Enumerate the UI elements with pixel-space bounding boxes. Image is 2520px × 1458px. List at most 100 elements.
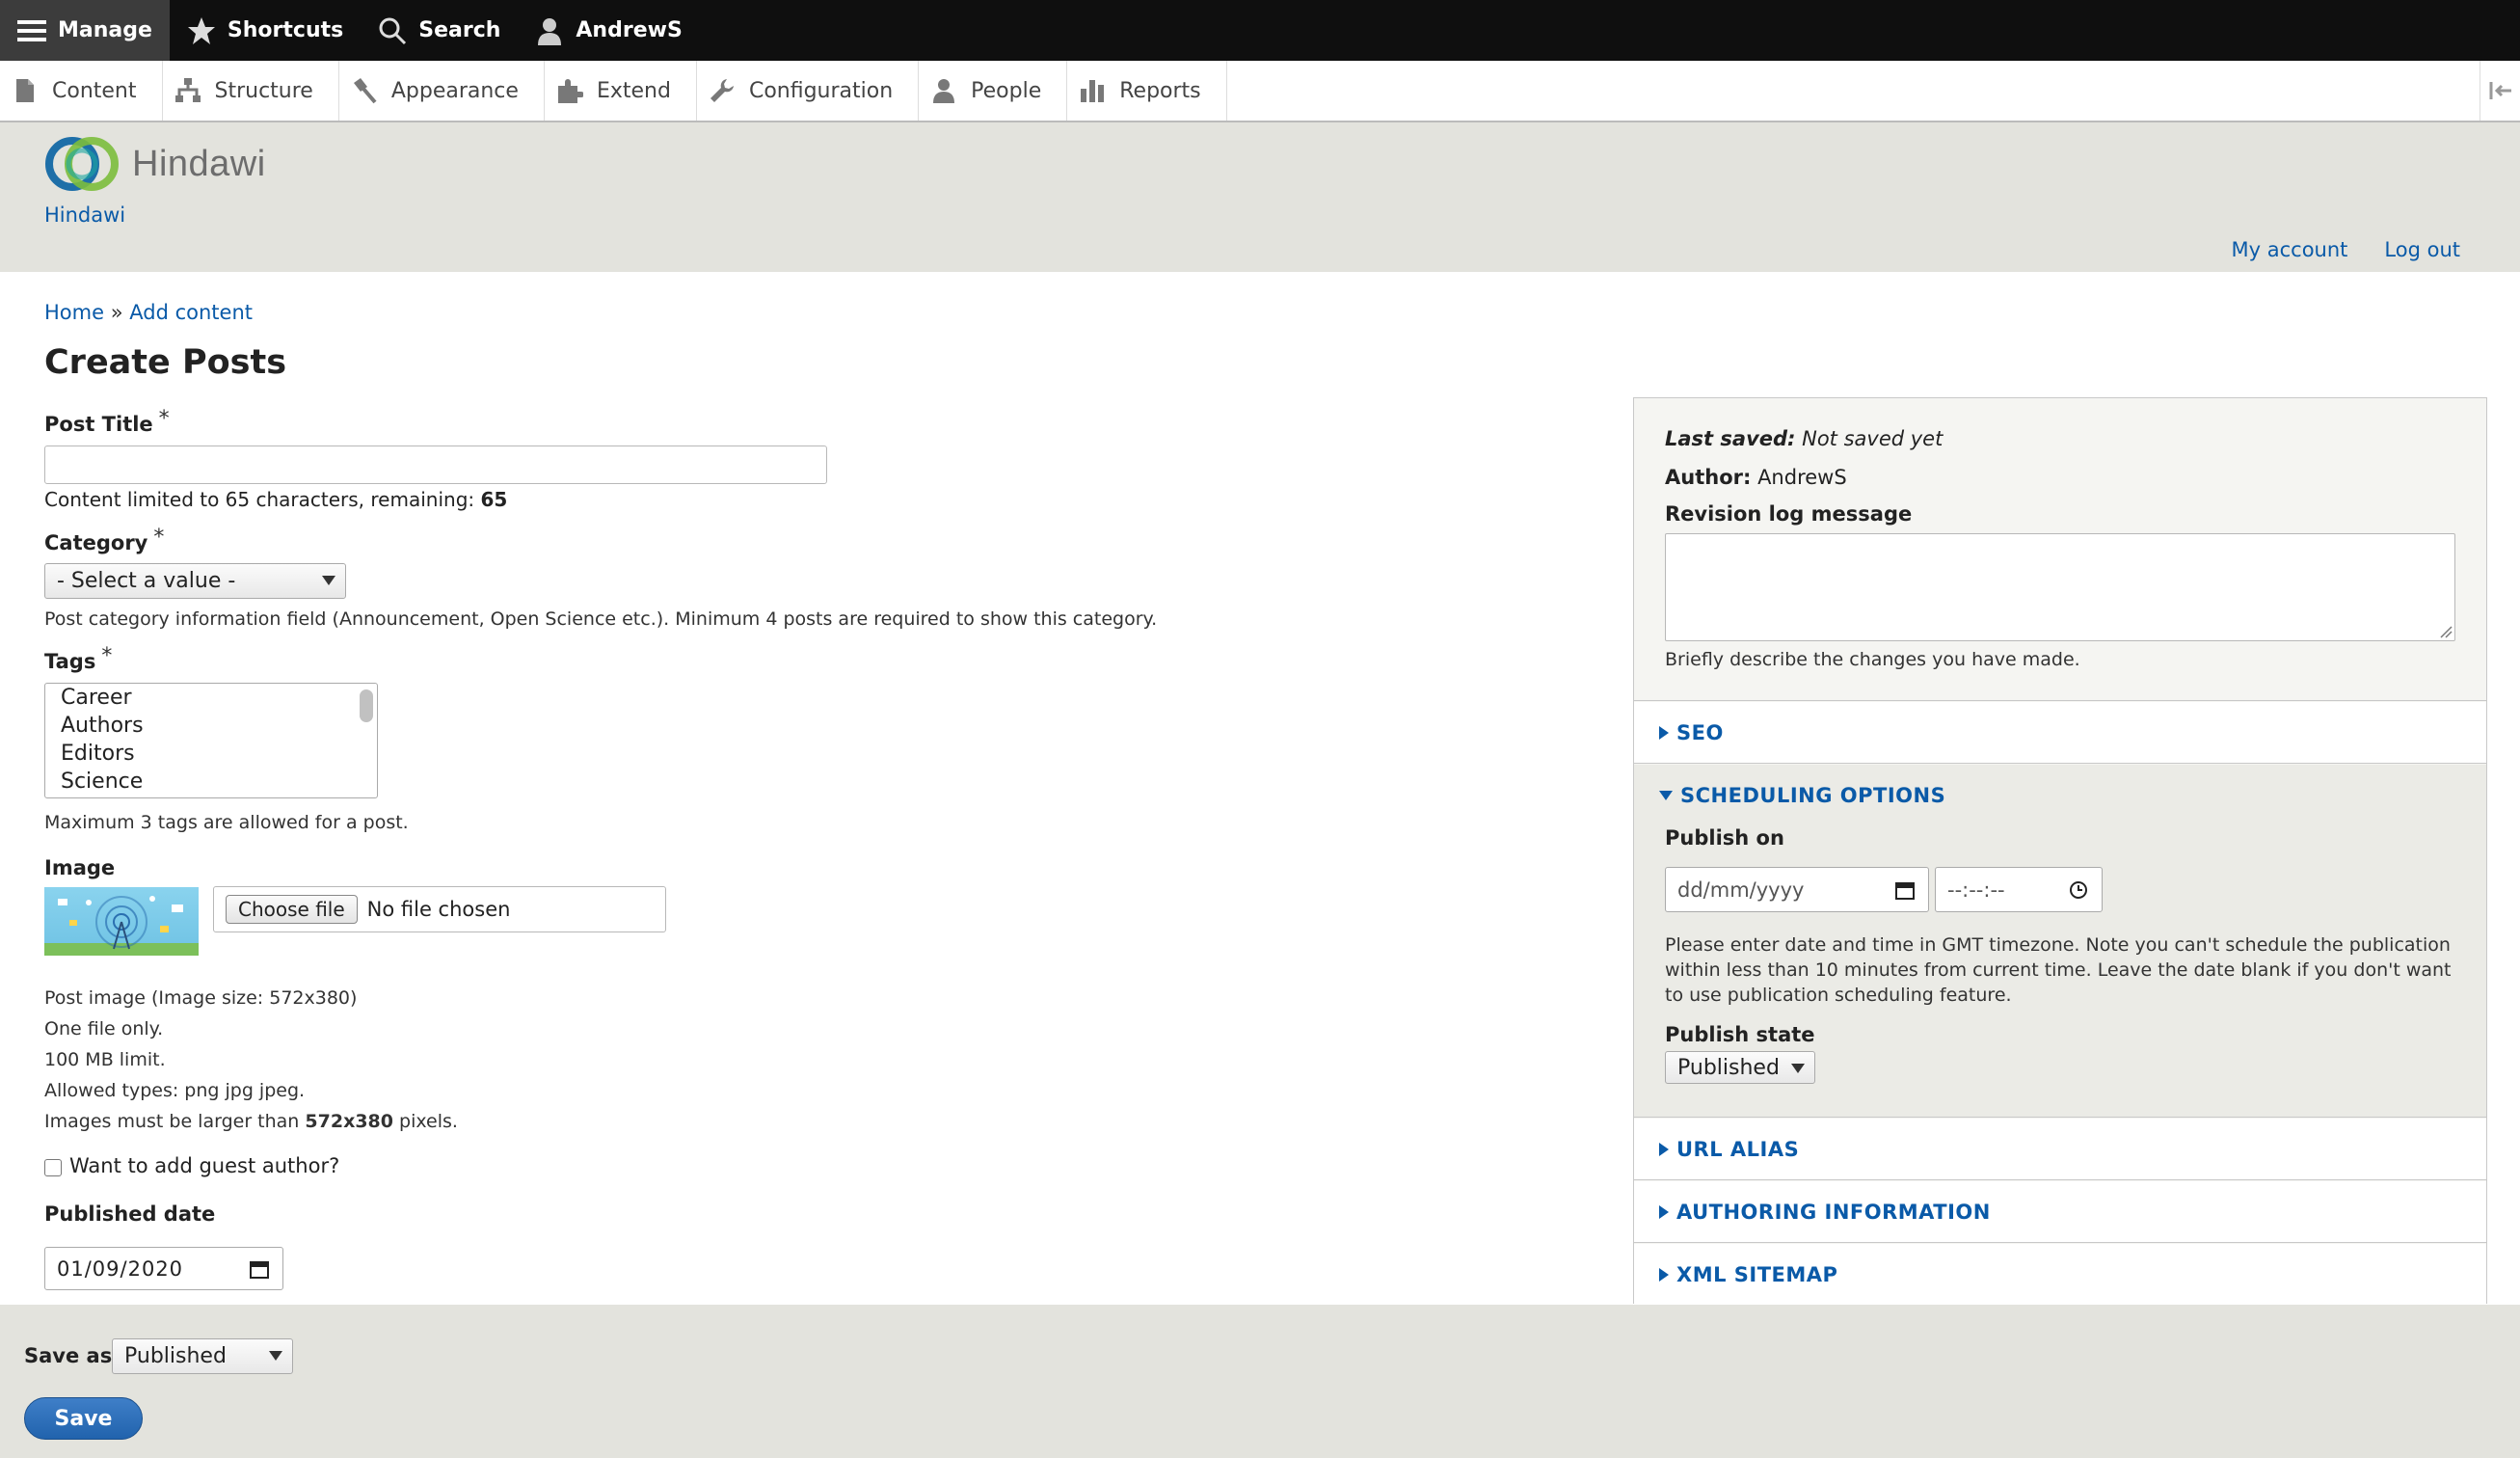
tray-label-reports: Reports	[1119, 78, 1201, 103]
bar-chart-icon	[1081, 80, 1105, 102]
tray-orientation-toggle[interactable]	[2480, 61, 2520, 121]
dropdown-caret-icon	[1791, 1064, 1805, 1073]
save-as-select[interactable]: Published	[112, 1338, 293, 1374]
tags-scrollbar[interactable]	[358, 688, 373, 794]
author-label: Author:	[1665, 466, 1752, 489]
guest-author-label[interactable]: Want to add guest author?	[69, 1154, 339, 1177]
user-tab[interactable]: AndrewS	[518, 0, 699, 61]
calendar-icon[interactable]	[1895, 880, 1915, 900]
logo-text: Hindawi	[132, 143, 266, 184]
image-desc-min-size: Images must be larger than 572x380 pixel…	[44, 1111, 458, 1132]
revision-log-description: Briefly describe the changes you have ma…	[1665, 649, 2080, 670]
authoring-section[interactable]: AUTHORING INFORMATION	[1634, 1181, 2486, 1243]
image-desc-size: Post image (Image size: 572x380)	[44, 987, 358, 1009]
breadcrumb: Home » Add content	[44, 301, 253, 324]
url-alias-summary[interactable]: URL ALIAS	[1659, 1138, 1799, 1161]
triangle-right-icon	[1659, 1143, 1669, 1156]
url-alias-section[interactable]: URL ALIAS	[1634, 1119, 2486, 1180]
log-out-link[interactable]: Log out	[2384, 238, 2460, 261]
tray-item-extend[interactable]: Extend	[545, 61, 697, 121]
tray-item-content[interactable]: Content	[0, 61, 163, 121]
no-file-text: No file chosen	[366, 898, 511, 921]
manage-tab[interactable]: Manage	[0, 0, 170, 61]
image-desc-limit: 100 MB limit.	[44, 1049, 166, 1070]
site-logo[interactable]: Hindawi	[43, 132, 266, 196]
publish-on-date-input[interactable]: dd/mm/yyyy	[1665, 867, 1929, 912]
image-desc-types: Allowed types: png jpg jpeg.	[44, 1080, 306, 1101]
dropdown-caret-icon	[269, 1351, 282, 1361]
min-size-suffix: pixels.	[399, 1111, 458, 1132]
calendar-icon[interactable]	[250, 1259, 269, 1279]
search-icon	[379, 17, 407, 44]
tray-item-people[interactable]: People	[919, 61, 1068, 121]
breadcrumb-home[interactable]: Home	[44, 301, 104, 324]
clock-icon[interactable]	[2069, 880, 2088, 900]
save-button[interactable]: Save	[24, 1397, 143, 1440]
tray-item-appearance[interactable]: Appearance	[339, 61, 545, 121]
category-select-value: - Select a value -	[57, 569, 236, 593]
char-limit-label: Content limited to 65 characters, remain…	[44, 488, 475, 511]
published-date-input[interactable]: 01/09/2020	[44, 1247, 283, 1290]
star-icon	[187, 16, 215, 44]
save-as-label: Save as:	[24, 1344, 121, 1367]
category-description: Post category information field (Announc…	[44, 608, 1158, 630]
publish-on-time-input[interactable]: --:--:--	[1935, 867, 2103, 912]
last-saved: Last saved: Not saved yet	[1665, 427, 1943, 450]
user-label: AndrewS	[576, 18, 683, 42]
triangle-right-icon	[1659, 1205, 1669, 1219]
page-title: Create Posts	[44, 343, 287, 382]
char-remaining-count: 65	[480, 488, 508, 511]
author-info: Author: AndrewS	[1665, 466, 1847, 489]
category-label-text: Category	[44, 531, 148, 554]
shortcuts-label: Shortcuts	[227, 18, 344, 42]
authoring-title: AUTHORING INFORMATION	[1676, 1201, 1991, 1224]
scrollbar-thumb[interactable]	[360, 689, 373, 722]
tray-label-configuration: Configuration	[748, 78, 894, 103]
tray-label-extend: Extend	[596, 78, 671, 103]
post-title-label: Post Title *	[44, 407, 170, 437]
choose-file-button[interactable]: Choose file	[226, 895, 358, 924]
save-as-value: Published	[124, 1344, 227, 1368]
tray-item-reports[interactable]: Reports	[1067, 61, 1227, 121]
shortcuts-tab[interactable]: Shortcuts	[170, 0, 361, 61]
my-account-link[interactable]: My account	[2232, 238, 2348, 261]
tag-option[interactable]: Authors	[45, 712, 377, 740]
post-title-input[interactable]	[44, 446, 827, 484]
revision-log-label: Revision log message	[1665, 502, 1913, 526]
manage-label: Manage	[58, 18, 152, 42]
tag-option[interactable]: Science	[45, 768, 377, 796]
publish-state-select[interactable]: Published	[1665, 1051, 1815, 1084]
schedule-description: Please enter date and time in GMT timezo…	[1665, 934, 2452, 1006]
revision-log-textarea[interactable]	[1665, 533, 2455, 641]
guest-author-checkbox[interactable]	[44, 1159, 62, 1176]
tags-multiselect[interactable]: Career Authors Editors Science	[44, 683, 378, 798]
publish-time-placeholder: --:--:--	[1947, 878, 2005, 902]
authoring-summary[interactable]: AUTHORING INFORMATION	[1659, 1201, 1991, 1224]
required-mark: *	[153, 526, 165, 550]
seo-summary[interactable]: SEO	[1659, 721, 1724, 744]
user-links: My account Log out	[2232, 238, 2460, 261]
tag-option[interactable]: Editors	[45, 740, 377, 768]
seo-section[interactable]: SEO	[1634, 702, 2486, 764]
network-illustration-icon	[44, 896, 199, 956]
published-date-value: 01/09/2020	[57, 1256, 184, 1281]
tray-item-configuration[interactable]: Configuration	[697, 61, 920, 121]
tags-label-text: Tags	[44, 650, 96, 673]
breadcrumb-separator: »	[110, 301, 123, 324]
tag-option[interactable]: Career	[45, 684, 377, 712]
xml-sitemap-summary[interactable]: XML SITEMAP	[1659, 1263, 1837, 1286]
breadcrumb-add-content[interactable]: Add content	[129, 301, 253, 324]
min-size-value: 572x380	[305, 1111, 393, 1132]
scheduling-title: SCHEDULING OPTIONS	[1680, 784, 1946, 807]
image-file-input[interactable]: Choose file No file chosen	[213, 886, 666, 932]
search-tab[interactable]: Search	[361, 0, 518, 61]
resize-handle-icon[interactable]	[2439, 625, 2453, 638]
tray-item-structure[interactable]: Structure	[163, 61, 339, 121]
puzzle-icon	[557, 79, 583, 103]
site-name-link[interactable]: Hindawi	[44, 203, 125, 227]
category-select[interactable]: - Select a value -	[44, 563, 346, 599]
tray-label-people: People	[971, 78, 1042, 103]
scheduling-summary[interactable]: SCHEDULING OPTIONS	[1659, 784, 1945, 807]
revision-meta: Last saved: Not saved yet Author: Andrew…	[1634, 398, 2486, 701]
xml-sitemap-section[interactable]: XML SITEMAP	[1634, 1244, 2486, 1304]
